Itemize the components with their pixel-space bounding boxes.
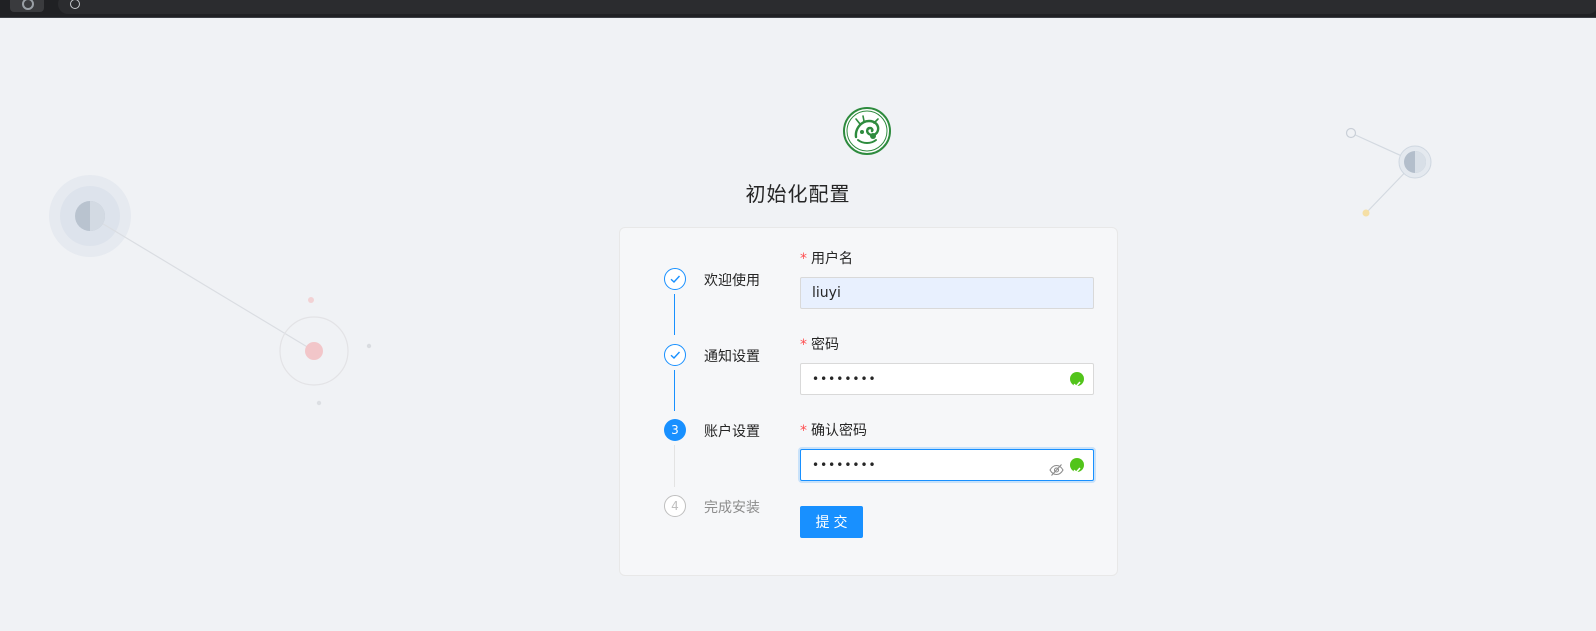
submit-button[interactable]: 提交 xyxy=(800,506,863,538)
step-label: 通知设置 xyxy=(704,349,760,365)
check-circle-icon xyxy=(1070,458,1084,474)
check-icon xyxy=(664,344,686,366)
step-label: 欢迎使用 xyxy=(704,273,760,289)
eye-off-icon[interactable] xyxy=(1049,458,1064,476)
confirm-password-label-text: 确认密码 xyxy=(811,423,867,439)
required-mark: * xyxy=(800,423,807,439)
password-input[interactable]: •••••••• xyxy=(800,363,1094,395)
username-label-text: 用户名 xyxy=(811,251,853,267)
password-label: * 密码 xyxy=(800,334,839,354)
confirm-password-label: * 确认密码 xyxy=(800,420,867,440)
page-title: 初始化配置 xyxy=(745,182,851,206)
step-connector xyxy=(674,294,675,335)
required-mark: * xyxy=(800,337,807,353)
username-label: * 用户名 xyxy=(800,248,853,268)
password-value: •••••••• xyxy=(812,372,877,386)
step-connector xyxy=(674,445,675,487)
setup-card: 欢迎使用 通知设置 3 账户设置 4 完成安装 * 用户名 liuyi * 密码 •… xyxy=(619,227,1118,576)
check-circle-icon xyxy=(1070,372,1084,388)
confirm-password-input[interactable]: •••••••• xyxy=(800,449,1094,481)
step-number: 3 xyxy=(664,419,686,441)
step-number: 4 xyxy=(664,495,686,517)
username-input[interactable]: liuyi xyxy=(800,277,1094,309)
password-label-text: 密码 xyxy=(811,337,839,353)
confirm-password-value: •••••••• xyxy=(812,458,877,472)
username-value: liuyi xyxy=(812,285,841,301)
required-mark: * xyxy=(800,251,807,267)
dragon-emblem-icon xyxy=(843,107,891,155)
step-connector xyxy=(674,370,675,411)
check-icon xyxy=(664,268,686,290)
step-label: 完成安装 xyxy=(704,500,760,516)
step-label: 账户设置 xyxy=(704,424,760,440)
